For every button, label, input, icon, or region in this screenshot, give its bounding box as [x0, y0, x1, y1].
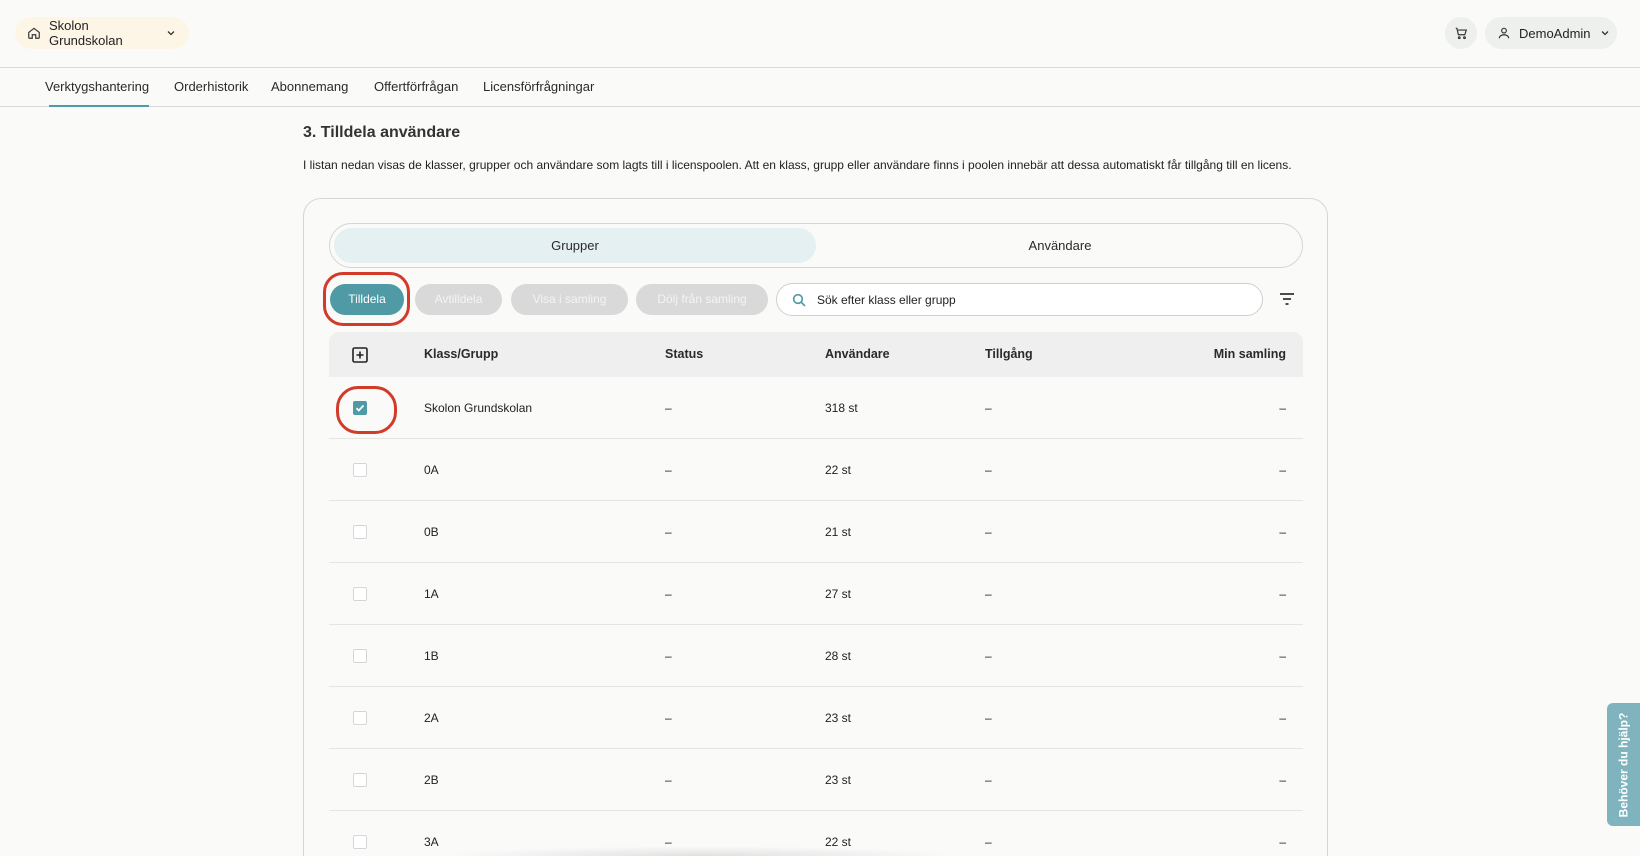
assign-button[interactable]: Tilldela — [330, 284, 404, 315]
search-input[interactable] — [817, 292, 1248, 307]
row-collection: – — [1279, 773, 1286, 787]
row-checkbox[interactable] — [353, 711, 367, 725]
row-status: – — [665, 525, 672, 539]
column-header-group[interactable]: Klass/Grupp — [424, 332, 498, 377]
table-row[interactable]: 2A – 23 st – – — [329, 687, 1303, 749]
table-row[interactable]: Skolon Grundskolan – 318 st – – — [329, 377, 1303, 439]
user-name: DemoAdmin — [1519, 25, 1591, 41]
row-status: – — [665, 401, 672, 415]
row-access: – — [985, 401, 992, 415]
hide-from-collection-button[interactable]: Dölj från samling — [636, 284, 768, 315]
row-access: – — [985, 649, 992, 663]
row-users: 22 st — [825, 463, 852, 477]
section-title: 3. Tilldela användare — [303, 124, 461, 141]
nav-item-verktygshantering[interactable]: Verktygshantering — [45, 68, 150, 107]
row-status: – — [665, 587, 672, 601]
row-checkbox[interactable] — [353, 773, 367, 787]
column-header-users[interactable]: Användare — [825, 332, 890, 377]
row-collection: – — [1279, 463, 1286, 477]
row-users: 23 st — [825, 711, 852, 725]
row-checkbox[interactable] — [353, 463, 367, 477]
nav-item-licensforfragningar[interactable]: Licensförfrågningar — [483, 68, 594, 106]
home-icon — [27, 26, 41, 40]
help-label: Behöver du hjälp? — [1616, 712, 1631, 817]
section-description: I listan nedan visas de klasser, grupper… — [303, 158, 1292, 172]
row-checkbox[interactable] — [353, 835, 367, 849]
row-users: 28 st — [825, 649, 852, 663]
user-menu-button[interactable]: DemoAdmin — [1485, 17, 1617, 49]
row-collection: – — [1279, 401, 1286, 415]
cart-button[interactable] — [1445, 17, 1477, 49]
column-header-collection[interactable]: Min samling — [1214, 332, 1286, 377]
table-row[interactable]: 1B – 28 st – – — [329, 625, 1303, 687]
search-box[interactable] — [776, 283, 1263, 316]
row-name: 3A — [424, 835, 439, 849]
row-status: – — [665, 463, 672, 477]
row-access: – — [985, 525, 992, 539]
row-checkbox[interactable] — [353, 587, 367, 601]
row-access: – — [985, 773, 992, 787]
show-in-collection-button[interactable]: Visa i samling — [511, 284, 628, 315]
tab-grupper[interactable]: Grupper — [334, 228, 816, 263]
row-access: – — [985, 587, 992, 601]
user-icon — [1497, 26, 1511, 40]
unassign-button[interactable]: Avtilldela — [415, 284, 502, 315]
plus-square-icon — [352, 347, 368, 363]
row-access: – — [985, 835, 992, 849]
row-status: – — [665, 773, 672, 787]
row-name: Skolon Grundskolan — [424, 401, 533, 415]
row-users: 318 st — [825, 401, 858, 415]
row-name: 1B — [424, 649, 439, 663]
row-checkbox[interactable] — [353, 525, 367, 539]
row-access: – — [985, 711, 992, 725]
row-status: – — [665, 649, 672, 663]
school-switcher[interactable]: Skolon Grundskolan — [15, 17, 189, 49]
cart-icon — [1454, 26, 1468, 40]
column-header-access[interactable]: Tillgång — [985, 332, 1033, 377]
table-row[interactable]: 0A – 22 st – – — [329, 439, 1303, 501]
row-name: 2A — [424, 711, 439, 725]
school-name: Skolon Grundskolan — [49, 18, 123, 48]
checkmark-icon — [355, 404, 365, 412]
row-collection: – — [1279, 649, 1286, 663]
nav-item-orderhistorik[interactable]: Orderhistorik — [174, 68, 248, 106]
table-row[interactable]: 0B – 21 st – – — [329, 501, 1303, 563]
row-name: 0B — [424, 525, 439, 539]
row-users: 23 st — [825, 773, 852, 787]
tab-anvandare[interactable]: Användare — [820, 228, 1300, 263]
row-name: 2B — [424, 773, 439, 787]
bottom-shadow — [440, 846, 960, 856]
nav-item-abonnemang[interactable]: Abonnemang — [271, 68, 348, 106]
table-row[interactable]: 2B – 23 st – – — [329, 749, 1303, 811]
main-nav: Verktygshantering Orderhistorik Abonnema… — [0, 67, 1640, 107]
chevron-down-icon — [165, 27, 177, 39]
row-collection: – — [1279, 525, 1286, 539]
row-name: 1A — [424, 587, 439, 601]
segment-control: Grupper Användare — [329, 223, 1303, 268]
chevron-down-icon — [1599, 27, 1611, 39]
filter-icon — [1279, 292, 1295, 306]
row-name: 0A — [424, 463, 439, 477]
search-icon — [791, 292, 807, 308]
row-checkbox[interactable] — [353, 649, 367, 663]
row-collection: – — [1279, 835, 1286, 849]
top-bar: Skolon Grundskolan DemoAdmin — [0, 0, 1640, 68]
help-tab[interactable]: Behöver du hjälp? — [1607, 703, 1640, 826]
row-status: – — [665, 711, 672, 725]
row-users: 21 st — [825, 525, 852, 539]
nav-item-offertforfragan[interactable]: Offertförfrågan — [374, 68, 458, 106]
table-row[interactable]: 1A – 27 st – – — [329, 563, 1303, 625]
row-access: – — [985, 463, 992, 477]
select-all-button[interactable] — [352, 347, 368, 363]
table-header: Klass/Grupp Status Användare Tillgång Mi… — [329, 332, 1303, 377]
filter-button[interactable] — [1276, 288, 1298, 310]
row-checkbox[interactable] — [353, 401, 367, 415]
row-users: 27 st — [825, 587, 852, 601]
row-collection: – — [1279, 711, 1286, 725]
column-header-status[interactable]: Status — [665, 332, 703, 377]
row-collection: – — [1279, 587, 1286, 601]
